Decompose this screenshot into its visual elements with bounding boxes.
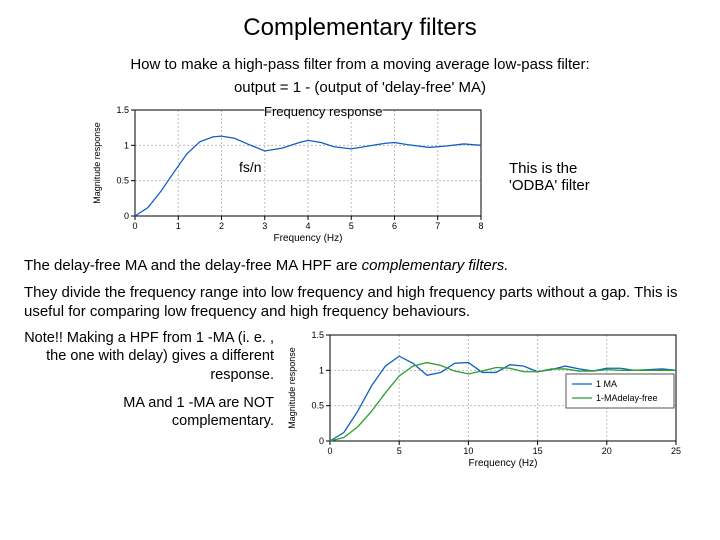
- subtitle: How to make a high-pass filter from a mo…: [24, 56, 696, 73]
- chart-2: 0 5 10 15 20 25 0 0.5 1 1.5 Frequency (Hz) Magnitud…: [284, 329, 684, 474]
- svg-text:25: 25: [671, 446, 681, 456]
- svg-text:0.5: 0.5: [311, 401, 324, 411]
- svg-text:2: 2: [219, 221, 224, 231]
- odba-note: This is the 'ODBA' filter: [509, 160, 629, 194]
- note-block: Note!! Making a HPF from 1 -MA (i. e. , …: [24, 329, 274, 430]
- paragraph-1-text: The delay-free MA and the delay-free MA …: [24, 257, 362, 274]
- svg-text:0: 0: [327, 446, 332, 456]
- page-title: Complementary filters: [24, 14, 696, 42]
- svg-text:1.5: 1.5: [116, 105, 129, 115]
- annotation-fsn: fs/n: [239, 159, 262, 175]
- svg-text:15: 15: [533, 446, 543, 456]
- paragraph-2: They divide the frequency range into low…: [24, 284, 696, 322]
- svg-text:8: 8: [478, 221, 483, 231]
- annotation-frequency-response: Frequency response: [264, 104, 383, 119]
- paragraph-1-em: complementary filters.: [362, 257, 509, 274]
- svg-text:Frequency (Hz): Frequency (Hz): [274, 233, 343, 244]
- svg-text:1: 1: [124, 140, 129, 150]
- svg-text:Frequency (Hz): Frequency (Hz): [469, 458, 538, 469]
- svg-text:0: 0: [319, 436, 324, 446]
- note-2: MA and 1 -MA are NOT complementary.: [24, 394, 274, 430]
- svg-text:1.5: 1.5: [311, 330, 324, 340]
- svg-text:3: 3: [262, 221, 267, 231]
- svg-text:Magnitude response: Magnitude response: [92, 122, 102, 204]
- svg-text:1: 1: [319, 366, 324, 376]
- svg-text:5: 5: [349, 221, 354, 231]
- chart-1: 0 1 2 3 4 5 6 7 8 0 0.5 1 1.5 Frequency (Hz) Magnitude…: [89, 104, 489, 249]
- svg-text:0: 0: [132, 221, 137, 231]
- note-1: Note!! Making a HPF from 1 -MA (i. e. , …: [24, 329, 274, 383]
- svg-text:5: 5: [397, 446, 402, 456]
- svg-text:0.5: 0.5: [116, 176, 129, 186]
- svg-text:Magnitude response: Magnitude response: [287, 347, 297, 429]
- svg-text:0: 0: [124, 211, 129, 221]
- svg-text:1 MA: 1 MA: [596, 379, 617, 389]
- svg-text:10: 10: [463, 446, 473, 456]
- svg-text:4: 4: [305, 221, 310, 231]
- svg-text:6: 6: [392, 221, 397, 231]
- formula-line: output = 1 - (output of 'delay-free' MA): [24, 79, 696, 96]
- svg-text:1-MAdelay-free: 1-MAdelay-free: [596, 393, 658, 403]
- svg-text:20: 20: [602, 446, 612, 456]
- paragraph-1: The delay-free MA and the delay-free MA …: [24, 257, 696, 276]
- svg-text:7: 7: [435, 221, 440, 231]
- svg-text:1: 1: [176, 221, 181, 231]
